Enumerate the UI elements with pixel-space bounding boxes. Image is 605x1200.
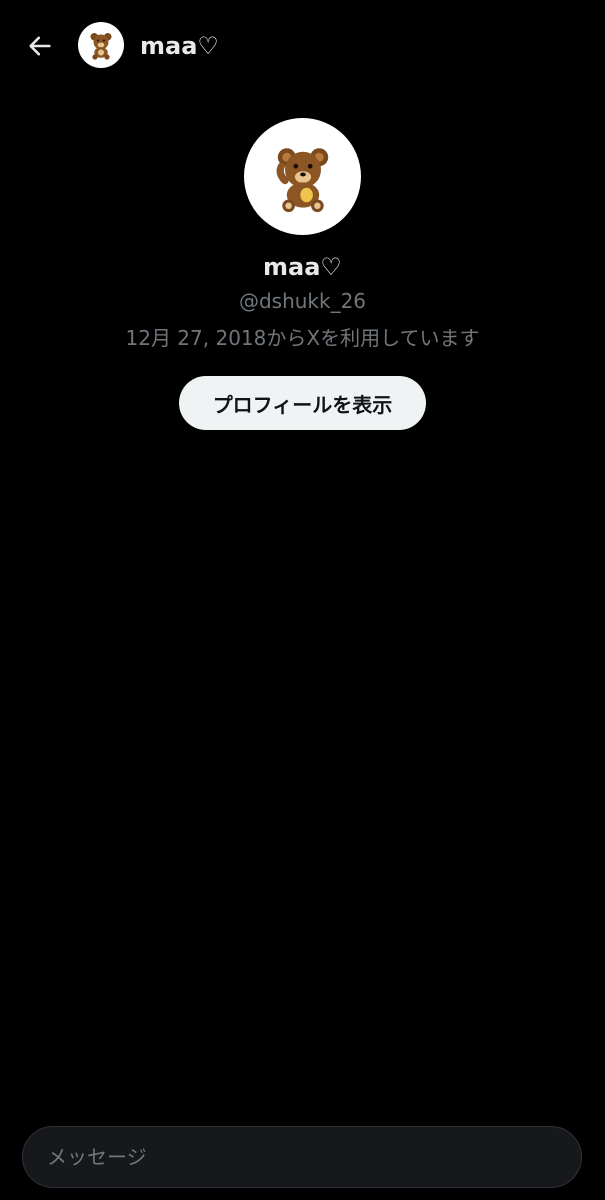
- message-input[interactable]: [23, 1145, 581, 1169]
- dm-conversation-screen: maa♡ maa♡ @dshukk_26 12月 27, 2018からXを利用し…: [0, 0, 605, 1200]
- profile-avatar[interactable]: [244, 118, 361, 235]
- view-profile-button[interactable]: プロフィールを表示: [179, 376, 426, 430]
- arrow-left-icon: [29, 36, 51, 56]
- teddy-bear-icon: [90, 33, 112, 60]
- conversation-title: maa♡: [140, 32, 219, 60]
- conversation-header: maa♡: [0, 0, 605, 92]
- avatar[interactable]: [78, 22, 124, 68]
- message-composer: [22, 1126, 582, 1188]
- back-button[interactable]: [18, 24, 62, 68]
- profile-handle: @dshukk_26: [238, 289, 367, 313]
- profile-display-name: maa♡: [263, 253, 342, 281]
- teddy-bear-icon: [276, 147, 328, 212]
- profile-joined-date: 12月 27, 2018からXを利用しています: [125, 326, 480, 350]
